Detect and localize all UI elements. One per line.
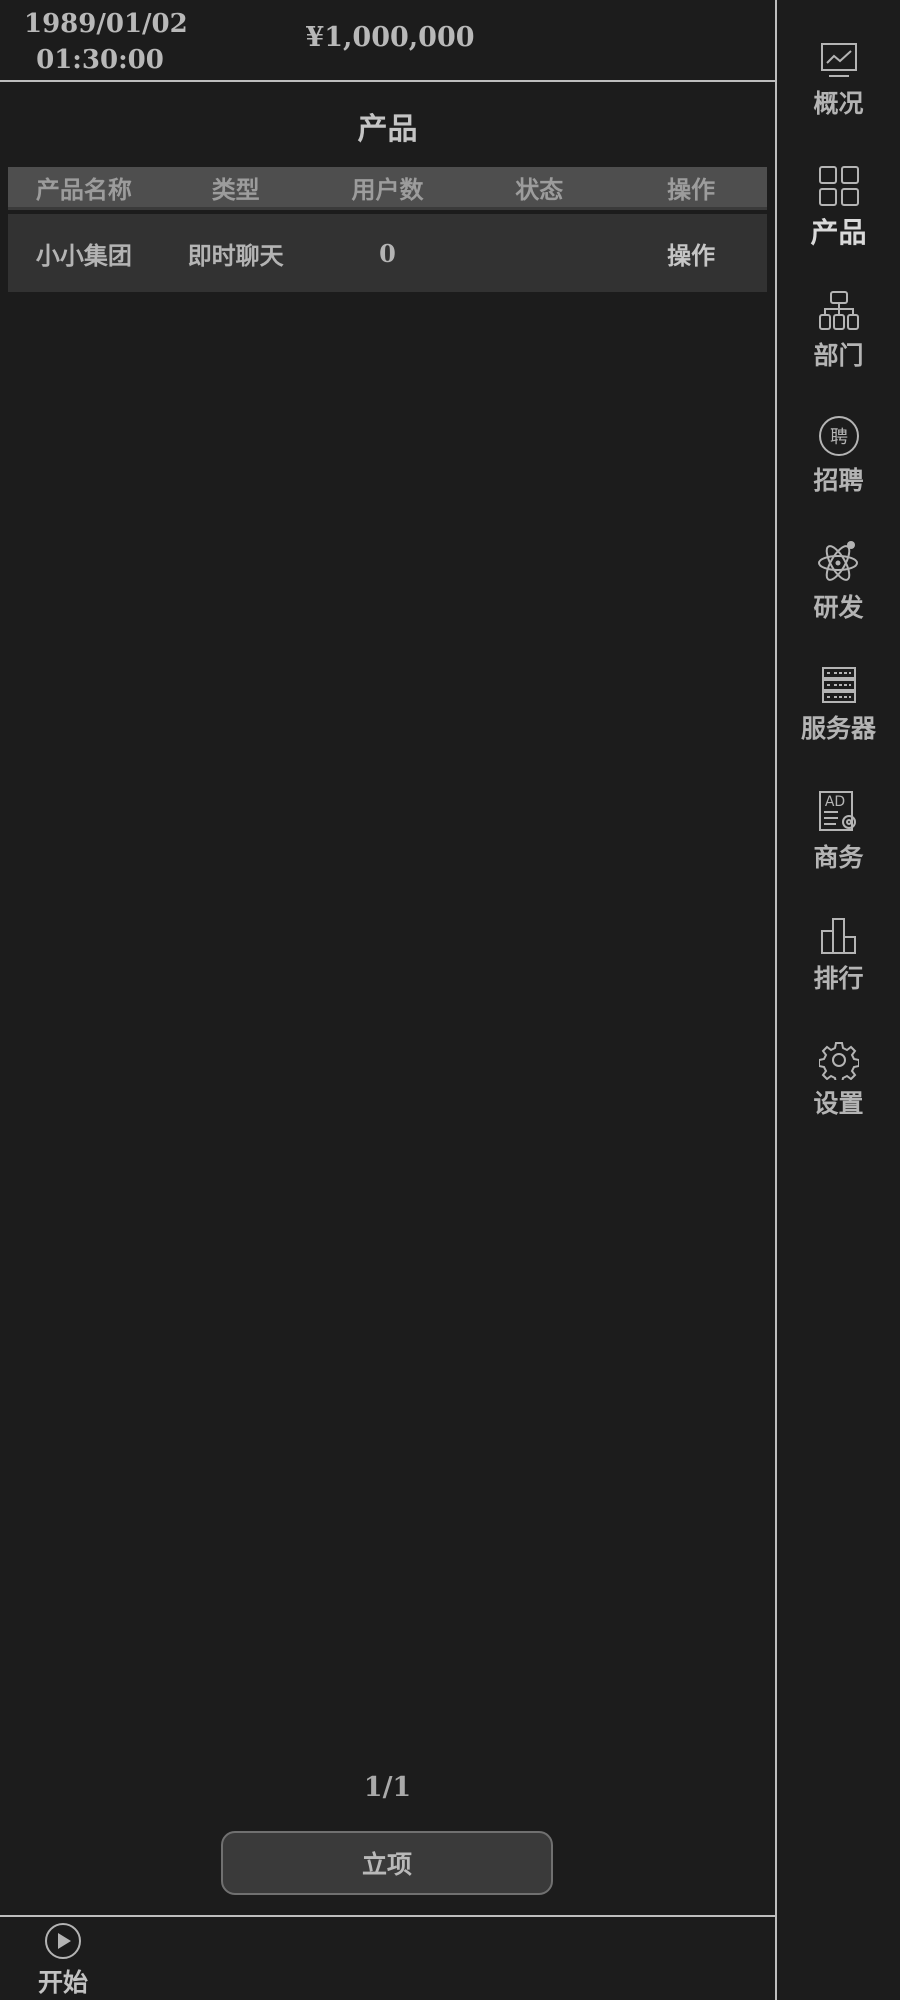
- org-chart-icon: [777, 290, 900, 332]
- grid-icon: [777, 165, 900, 207]
- sidebar-item-settings[interactable]: 设置: [777, 1040, 900, 1120]
- sidebar-item-ranking[interactable]: 排行: [777, 915, 900, 995]
- start-button[interactable]: 开始: [28, 1921, 98, 1999]
- sidebar-item-recruit[interactable]: 聘 招聘: [777, 415, 900, 497]
- sidebar-item-label: 服务器: [800, 714, 876, 743]
- right-sidebar-nav: 概况 产品 部门 聘 招聘 研发 服务器 AD 商务 排行 设置: [775, 0, 900, 2000]
- product-action-button[interactable]: 操作: [615, 236, 767, 271]
- page-title: 产品: [357, 112, 418, 147]
- column-header-action: 操作: [667, 174, 716, 204]
- column-header-type: 类型: [211, 174, 260, 204]
- top-status-bar: 1989/01/02 01:30:00 ¥1,000,000: [0, 0, 775, 82]
- start-label: 开始: [37, 1968, 88, 1997]
- sidebar-item-label: 排行: [813, 964, 864, 993]
- column-header-status: 状态: [515, 174, 564, 204]
- sidebar-item-label: 设置: [813, 1089, 864, 1118]
- column-header-name: 产品名称: [35, 174, 132, 204]
- product-users-cell: 0: [379, 238, 396, 268]
- sidebar-item-label: 招聘: [813, 466, 864, 495]
- money-balance: ¥1,000,000: [305, 22, 475, 53]
- game-datetime: 1989/01/02 01:30:00: [24, 6, 188, 78]
- hire-icon-glyph: 聘: [830, 427, 848, 448]
- bottom-bar: 开始: [0, 1915, 775, 2000]
- column-header-users: 用户数: [351, 174, 424, 204]
- sidebar-item-label: 商务: [813, 843, 864, 872]
- server-icon: [777, 665, 900, 705]
- ad-icon-text: AD: [824, 794, 844, 810]
- sidebar-item-label: 概况: [813, 89, 864, 118]
- game-time: 01:30:00: [36, 45, 164, 75]
- gear-icon: [777, 1040, 900, 1080]
- table-header-row: 产品名称 类型 用户数 状态 操作: [8, 167, 767, 210]
- sidebar-item-department[interactable]: 部门: [777, 290, 900, 372]
- sidebar-item-business[interactable]: AD 商务: [777, 790, 900, 874]
- play-circle-icon: [28, 1921, 98, 1961]
- main-panel: 1989/01/02 01:30:00 ¥1,000,000 产品 产品名称 类…: [0, 0, 775, 2000]
- game-date: 1989/01/02: [24, 9, 188, 39]
- table-row[interactable]: 小小集团 即时聊天 0 操作: [8, 214, 767, 292]
- app-root: 1989/01/02 01:30:00 ¥1,000,000 产品 产品名称 类…: [0, 0, 900, 2000]
- product-type-cell: 即时聊天: [187, 240, 284, 270]
- pagination-indicator: 1/1: [363, 1772, 412, 1803]
- ad-icon: AD: [777, 790, 900, 834]
- sidebar-item-label: 产品: [810, 216, 867, 249]
- product-name-cell: 小小集团: [35, 240, 132, 270]
- product-table: 产品名称 类型 用户数 状态 操作 小小集团 即时聊天 0 操作: [8, 167, 767, 292]
- hire-circle-icon: 聘: [777, 415, 900, 457]
- atom-icon: [777, 540, 900, 584]
- sidebar-item-label: 研发: [813, 593, 864, 622]
- chart-monitor-icon: [777, 40, 900, 80]
- sidebar-item-overview[interactable]: 概况: [777, 40, 900, 120]
- sidebar-item-products[interactable]: 产品: [777, 165, 900, 251]
- sidebar-item-server[interactable]: 服务器: [777, 665, 900, 745]
- sidebar-item-label: 部门: [813, 341, 864, 370]
- ranking-bars-icon: [777, 915, 900, 955]
- sidebar-item-research[interactable]: 研发: [777, 540, 900, 624]
- create-project-button[interactable]: 立项: [221, 1831, 553, 1895]
